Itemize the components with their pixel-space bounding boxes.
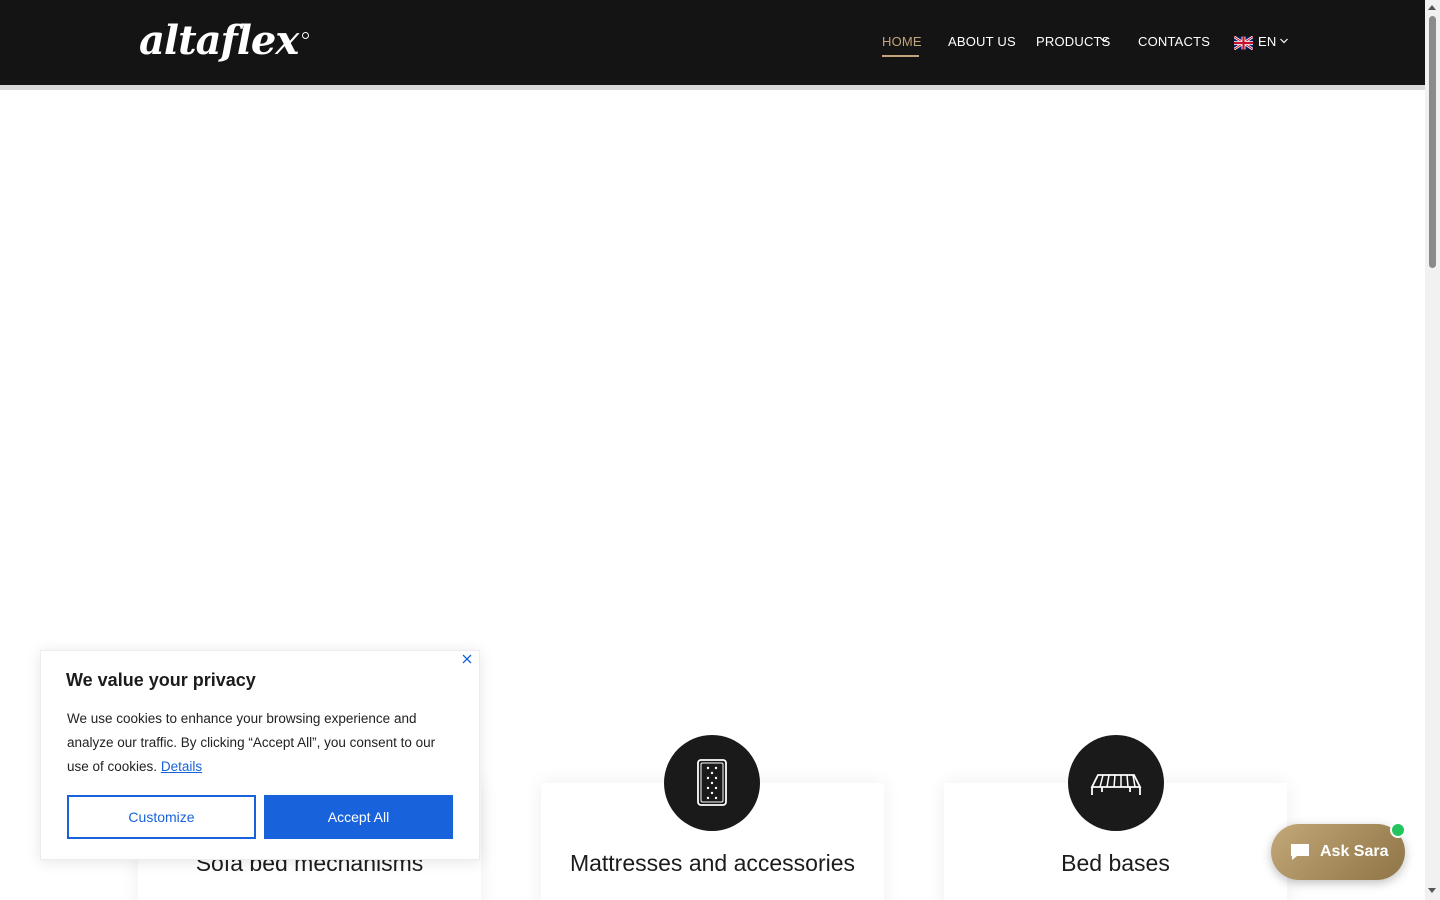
bed-base-icon bbox=[1068, 735, 1164, 831]
nav-contacts[interactable]: CONTACTS bbox=[1138, 34, 1210, 49]
nav-home[interactable]: HOME bbox=[882, 34, 922, 49]
registered-mark-icon bbox=[302, 32, 309, 39]
altaflex-logo[interactable]: altaflex bbox=[139, 18, 299, 64]
chevron-down-icon bbox=[1280, 38, 1288, 44]
category-title-mattresses[interactable]: Mattresses and accessories bbox=[541, 850, 884, 877]
nav-about-us[interactable]: ABOUT US bbox=[948, 34, 1016, 49]
chat-widget-label: Ask Sara bbox=[1320, 843, 1389, 860]
cookie-details-link[interactable]: Details bbox=[161, 759, 202, 774]
scroll-down-arrow-icon[interactable] bbox=[1428, 888, 1436, 893]
nav-home-underline bbox=[882, 55, 919, 57]
close-icon[interactable] bbox=[460, 652, 474, 666]
mattress-icon bbox=[664, 735, 760, 831]
online-status-dot bbox=[1390, 822, 1406, 838]
scrollbar-thumb[interactable] bbox=[1429, 16, 1436, 268]
customize-button[interactable]: Customize bbox=[67, 795, 256, 839]
category-title-bed-bases[interactable]: Bed bases bbox=[944, 850, 1287, 877]
cookie-banner-text: We use cookies to enhance your browsing … bbox=[67, 707, 457, 779]
scroll-up-arrow-icon[interactable] bbox=[1428, 5, 1436, 10]
cookie-banner-title: We value your privacy bbox=[66, 670, 256, 690]
accept-all-button[interactable]: Accept All bbox=[264, 795, 453, 839]
language-selector[interactable]: EN bbox=[1258, 34, 1276, 49]
cookie-banner-body: We use cookies to enhance your browsing … bbox=[67, 711, 436, 774]
header-divider bbox=[0, 85, 1425, 90]
chat-bubble-icon bbox=[1291, 844, 1309, 860]
chevron-down-icon bbox=[1100, 37, 1108, 43]
uk-flag-icon[interactable] bbox=[1234, 36, 1253, 50]
